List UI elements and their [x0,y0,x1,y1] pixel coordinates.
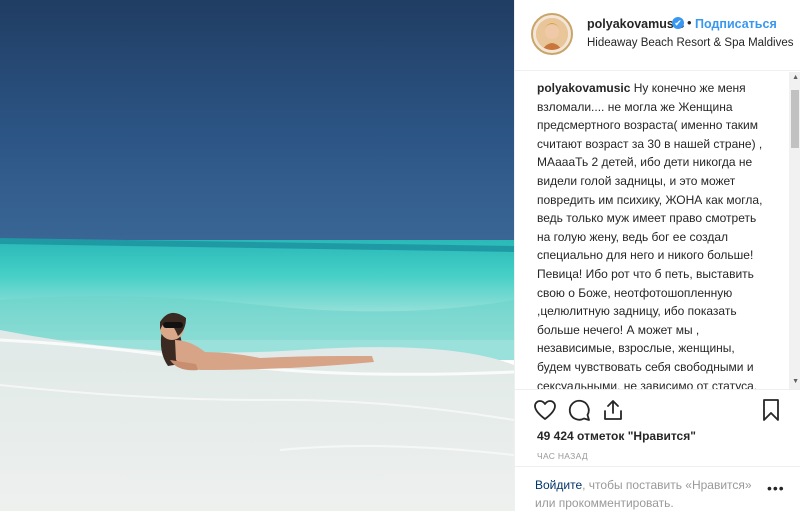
caption-text: Ну конечно же меня взломали.... не могла… [537,81,763,390]
post-timestamp[interactable]: час назад [537,451,588,461]
header-separator: • [687,15,692,30]
avatar-image [536,18,568,50]
avatar[interactable] [531,13,573,55]
login-end-text: . [670,496,674,510]
beach-photo [0,0,514,511]
follow-button[interactable]: Подписаться [695,17,777,31]
post-side-panel: polyakovamusic ✔ • Подписаться Hideaway … [514,0,800,511]
scroll-up-arrow-icon[interactable]: ▲ [792,74,799,81]
login-or-text: или [535,496,559,510]
post-actions [515,392,800,426]
comments-scrollbar[interactable]: ▲ ▼ [789,72,800,389]
post-caption: polyakovamusic Ну конечно же меня взлома… [537,79,785,390]
post-location[interactable]: Hideaway Beach Resort & Spa Maldives [587,37,793,49]
login-prompt-text: Войдите, чтобы поставить «Нравится» или п… [535,476,765,511]
likes-count[interactable]: 49 424 отметок "Нравится" [537,429,696,443]
comments-area[interactable]: polyakovamusic Ну конечно же меня взлома… [515,72,800,390]
scrollbar-thumb[interactable] [791,90,799,148]
post-username[interactable]: polyakovamusic [587,17,684,31]
heart-icon[interactable] [533,398,557,422]
login-middle-text: , чтобы поставить «Нравится» [582,478,752,492]
comment-icon[interactable] [567,398,591,422]
caption-username[interactable]: polyakovamusic [537,81,630,95]
comment-link[interactable]: прокомментировать [559,496,671,510]
share-icon[interactable] [601,398,625,422]
post-header: polyakovamusic ✔ • Подписаться Hideaway … [515,0,800,71]
more-options-icon[interactable]: ••• [767,480,785,496]
bookmark-icon[interactable] [759,398,783,422]
verified-badge-icon: ✔ [672,17,684,29]
login-prompt: Войдите, чтобы поставить «Нравится» или п… [515,466,800,511]
login-link[interactable]: Войдите [535,478,582,492]
scroll-down-arrow-icon[interactable]: ▼ [792,378,799,385]
post-photo[interactable] [0,0,514,511]
